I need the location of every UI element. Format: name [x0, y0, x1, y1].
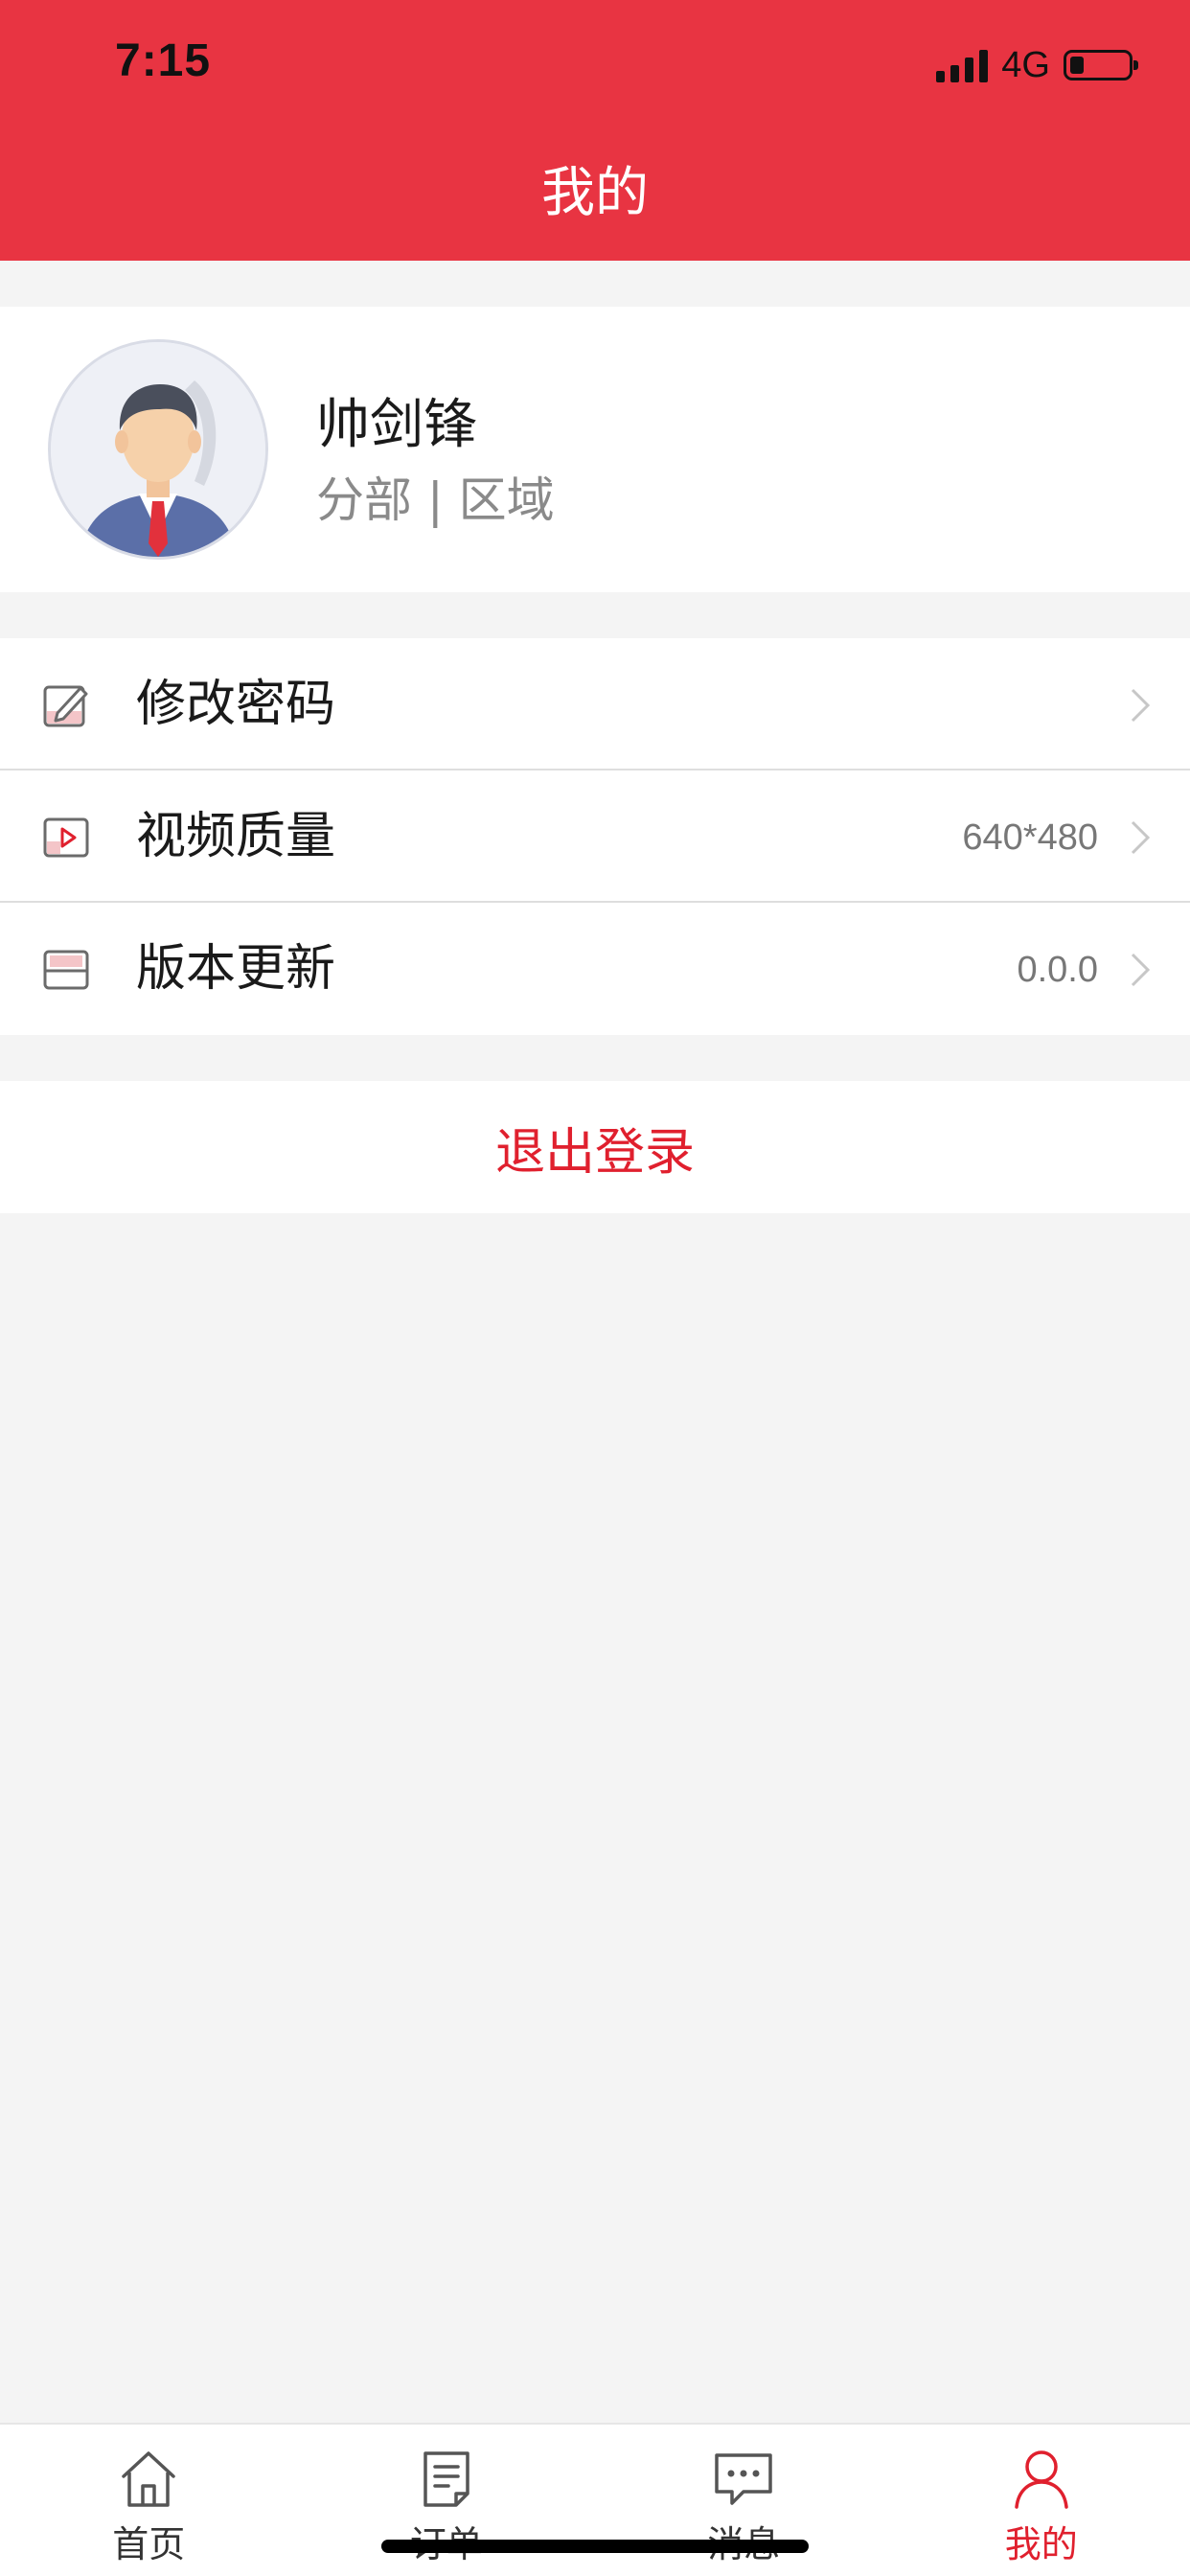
chevron-right-icon — [1131, 953, 1151, 987]
settings-item-value: 0.0.0 — [1017, 950, 1098, 990]
avatar[interactable] — [48, 339, 268, 560]
status-time: 7:15 — [115, 35, 212, 86]
page-title: 我的 — [541, 162, 649, 224]
settings-item-label: 版本更新 — [136, 940, 336, 998]
status-indicators: 4G — [936, 42, 1138, 88]
home-icon — [122, 2451, 175, 2507]
tab-label: 首页 — [112, 2523, 186, 2565]
chevron-right-icon — [1131, 688, 1151, 723]
logout-button[interactable]: 退出登录 — [0, 1081, 1190, 1213]
avatar-icon — [51, 342, 265, 557]
settings-item-version-update[interactable]: 版本更新 0.0.0 — [0, 903, 1190, 1035]
logout-label: 退出登录 — [494, 1123, 695, 1182]
settings-list: 修改密码 视频质量 640*480 版本更新 0.0.0 — [0, 638, 1190, 1035]
video-icon — [43, 817, 89, 858]
tab-messages[interactable]: 消息 — [595, 2425, 893, 2576]
settings-item-change-password[interactable]: 修改密码 — [0, 638, 1190, 770]
home-indicator[interactable] — [381, 2540, 809, 2553]
tab-home[interactable]: 首页 — [0, 2425, 298, 2576]
network-label: 4G — [1001, 44, 1050, 85]
order-icon — [423, 2451, 469, 2507]
tab-label: 我的 — [1004, 2523, 1078, 2565]
tab-orders[interactable]: 订单 — [298, 2425, 596, 2576]
profile-card[interactable]: 帅剑锋 分部 | 区域 — [0, 307, 1190, 592]
settings-item-value: 640*480 — [962, 817, 1098, 858]
settings-item-label: 修改密码 — [136, 676, 336, 733]
profile-name: 帅剑锋 — [316, 394, 477, 456]
tab-bar: 首页 订单 消息 我的 — [0, 2423, 1190, 2576]
edit-icon — [43, 685, 88, 727]
battery-icon — [1064, 50, 1138, 80]
battery-level — [1070, 57, 1084, 74]
message-icon — [715, 2453, 772, 2505]
header-bar: 7:15 4G 我的 — [0, 0, 1190, 261]
save-icon — [43, 950, 89, 990]
user-icon — [1015, 2450, 1068, 2509]
tab-me[interactable]: 我的 — [893, 2425, 1190, 2576]
signal-icon — [936, 48, 989, 82]
profile-subtitle: 分部 | 区域 — [316, 472, 555, 528]
settings-item-video-quality[interactable]: 视频质量 640*480 — [0, 770, 1190, 903]
settings-item-label: 视频质量 — [136, 808, 336, 865]
chevron-right-icon — [1131, 820, 1151, 855]
